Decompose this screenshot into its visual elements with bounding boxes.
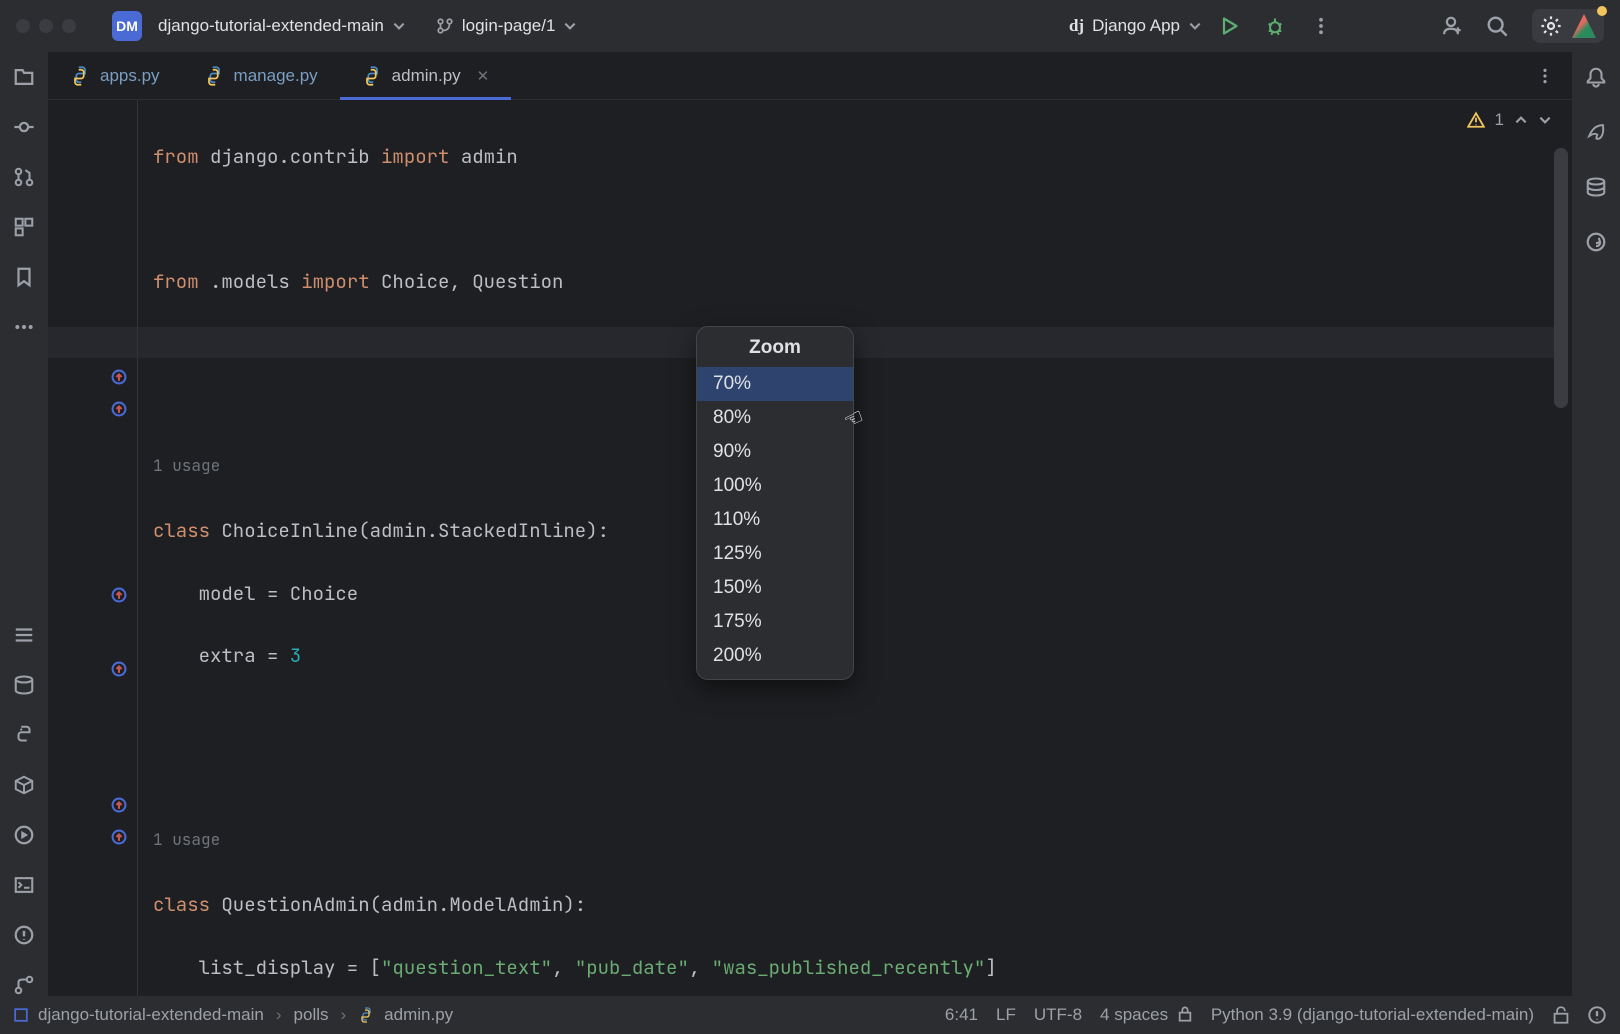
breadcrumb-separator: › (274, 1005, 284, 1025)
python-file-icon (204, 66, 224, 86)
project-tool-icon[interactable] (13, 66, 35, 88)
run-config-selector[interactable]: dj Django App (1069, 16, 1202, 36)
branch-icon (436, 17, 454, 35)
chevron-down-icon (563, 19, 577, 33)
code-with-me-icon[interactable] (1440, 15, 1462, 37)
chevron-down-icon (1188, 19, 1202, 33)
zoom-option-80[interactable]: 80% (697, 401, 853, 435)
tab-label: manage.py (234, 66, 318, 86)
problems-tool-icon[interactable] (13, 924, 35, 946)
chevron-down-icon[interactable] (1538, 113, 1552, 127)
zoom-option-70[interactable]: 70% (697, 367, 853, 401)
chevron-down-icon (392, 19, 406, 33)
line-separator[interactable]: LF (996, 1005, 1016, 1025)
more-actions-icon[interactable] (1310, 15, 1332, 37)
project-badge: DM (112, 11, 142, 41)
window-controls (16, 19, 76, 33)
status-problems-icon[interactable] (1588, 1006, 1606, 1024)
editor-scrollbar[interactable] (1554, 148, 1568, 408)
python-file-icon (358, 1007, 374, 1023)
zoom-option-90[interactable]: 90% (697, 435, 853, 469)
tab-manage[interactable]: manage.py (182, 52, 340, 99)
commit-tool-icon[interactable] (13, 116, 35, 138)
breadcrumb-root[interactable]: django-tutorial-extended-main (38, 1005, 264, 1025)
titlebar: DM django-tutorial-extended-main login-p… (0, 0, 1620, 52)
todo-tool-icon[interactable] (13, 624, 35, 646)
branch-name: login-page/1 (462, 16, 556, 36)
traffic-minimize[interactable] (39, 19, 53, 33)
right-toolwindow-bar (1572, 52, 1620, 996)
beta-plugin-icon (1572, 14, 1596, 38)
more-tool-icon[interactable] (13, 316, 35, 338)
python-interpreter[interactable]: Python 3.9 (django-tutorial-extended-mai… (1211, 1005, 1534, 1025)
breadcrumb-folder[interactable]: polls (294, 1005, 329, 1025)
warning-count: 1 (1495, 110, 1504, 130)
override-up-icon[interactable] (110, 396, 128, 414)
tab-apps[interactable]: apps.py (48, 52, 182, 99)
readonly-toggle-icon[interactable] (1552, 1006, 1570, 1024)
lock-icon (1177, 1006, 1193, 1022)
override-up-icon[interactable] (110, 656, 128, 674)
status-bar: django-tutorial-extended-main › polls › … (0, 996, 1620, 1034)
terminal-tool-icon[interactable] (13, 874, 35, 896)
debug-button[interactable] (1264, 15, 1286, 37)
zoom-option-110[interactable]: 110% (697, 503, 853, 537)
database-right-icon[interactable] (1585, 176, 1607, 203)
tab-admin[interactable]: admin.py ✕ (340, 52, 512, 99)
zoom-option-175[interactable]: 175% (697, 605, 853, 639)
python-file-icon (70, 66, 90, 86)
ai-assistant-icon[interactable] (1585, 121, 1607, 148)
structure-tool-icon[interactable] (13, 216, 35, 238)
override-up-icon[interactable] (110, 364, 128, 382)
django-icon: dj (1069, 16, 1084, 36)
endpoints-tool-icon[interactable] (1585, 231, 1607, 258)
chevron-up-icon[interactable] (1514, 113, 1528, 127)
file-encoding[interactable]: UTF-8 (1034, 1005, 1082, 1025)
caret-position[interactable]: 6:41 (945, 1005, 978, 1025)
services-tool-icon[interactable] (13, 824, 35, 846)
vcs-tool-icon[interactable] (13, 974, 35, 996)
bookmarks-tool-icon[interactable] (13, 266, 35, 288)
python-file-icon (362, 66, 382, 86)
project-name: django-tutorial-extended-main (158, 16, 384, 36)
search-everywhere-icon[interactable] (1486, 15, 1508, 37)
traffic-close[interactable] (16, 19, 30, 33)
close-tab-icon[interactable]: ✕ (477, 67, 490, 85)
database-tool-icon[interactable] (13, 674, 35, 696)
module-icon (14, 1008, 28, 1022)
editor-gutter (48, 100, 138, 996)
left-toolwindow-bar (0, 52, 48, 996)
zoom-option-150[interactable]: 150% (697, 571, 853, 605)
warning-icon (1467, 111, 1485, 129)
packages-tool-icon[interactable] (13, 774, 35, 796)
indent-setting[interactable]: 4 spaces (1100, 1005, 1193, 1025)
tab-label: apps.py (100, 66, 160, 86)
run-button[interactable] (1218, 15, 1240, 37)
override-up-icon[interactable] (110, 582, 128, 600)
breadcrumb-separator: › (339, 1005, 349, 1025)
breadcrumb-file[interactable]: admin.py (384, 1005, 453, 1025)
tab-label: admin.py (392, 66, 461, 86)
zoom-popup-title: Zoom (697, 327, 853, 367)
override-up-icon[interactable] (110, 792, 128, 810)
traffic-maximize[interactable] (62, 19, 76, 33)
tab-more-icon[interactable] (1518, 52, 1572, 99)
zoom-option-125[interactable]: 125% (697, 537, 853, 571)
zoom-option-100[interactable]: 100% (697, 469, 853, 503)
editor-tabs: apps.py manage.py admin.py ✕ (48, 52, 1572, 100)
python-console-icon[interactable] (13, 724, 35, 746)
gear-icon (1540, 15, 1562, 37)
project-selector[interactable]: django-tutorial-extended-main (158, 16, 406, 36)
pull-requests-icon[interactable] (13, 166, 35, 188)
inspection-widget[interactable]: 1 (1467, 110, 1552, 130)
vcs-branch-selector[interactable]: login-page/1 (436, 16, 578, 36)
zoom-option-200[interactable]: 200% (697, 639, 853, 673)
run-config-name: Django App (1092, 16, 1180, 36)
override-up-icon[interactable] (110, 824, 128, 842)
settings-button[interactable] (1532, 9, 1604, 43)
notifications-tool-icon[interactable] (1585, 66, 1607, 93)
zoom-popup: Zoom 70% 80% 90% 100% 110% 125% 150% 175… (696, 326, 854, 680)
